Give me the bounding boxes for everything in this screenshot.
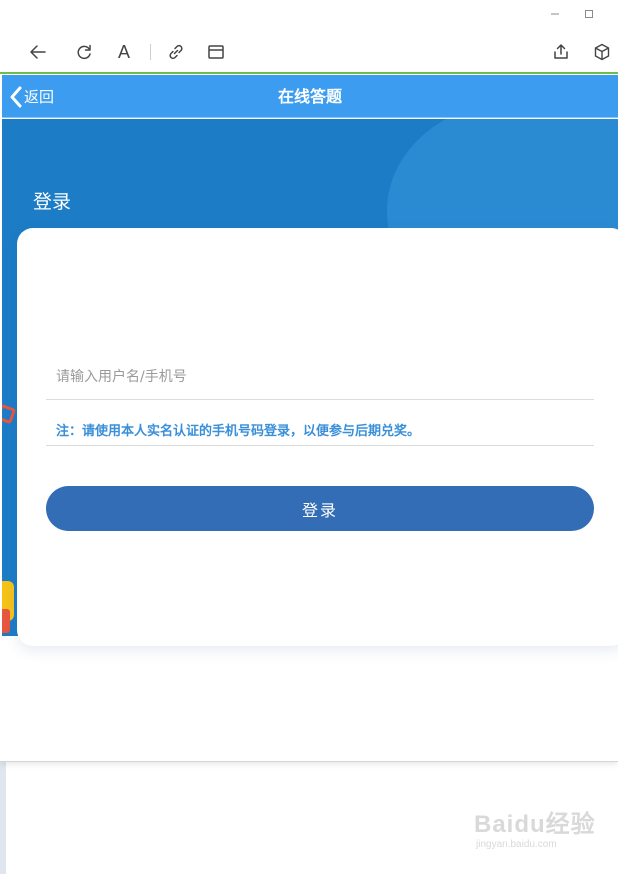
login-card: 注：请使用本人实名认证的手机号码登录，以便参与后期兑奖。 登录 (17, 228, 618, 646)
watermark-logo: Baidu经验 (474, 811, 596, 838)
share-icon[interactable] (549, 40, 573, 64)
browser-window: A 返回 在线答题 登录 注： (0, 0, 618, 762)
username-input[interactable] (46, 354, 594, 399)
background-window-edge (0, 762, 6, 874)
cube-icon[interactable] (590, 40, 614, 64)
toolbar-accent-line (0, 72, 618, 74)
decoration-orange-shape (2, 609, 10, 633)
font-icon[interactable]: A (112, 40, 136, 64)
login-button[interactable]: 登录 (46, 486, 594, 531)
toolbar-divider (150, 44, 151, 60)
minimize-icon[interactable] (545, 4, 565, 24)
back-label: 返回 (24, 88, 55, 106)
link-icon[interactable] (164, 40, 188, 64)
maximize-icon[interactable] (579, 4, 599, 24)
watermark: Baidu经验 jingyan.baidu.com (474, 812, 614, 862)
watermark-url: jingyan.baidu.com (476, 839, 557, 850)
refresh-icon[interactable] (72, 40, 96, 64)
title-bar (0, 0, 618, 30)
username-field (46, 354, 594, 400)
browser-toolbar: A (0, 30, 618, 72)
window-icon[interactable] (204, 40, 228, 64)
app-header: 返回 在线答题 (2, 75, 618, 118)
page-title: 在线答题 (277, 87, 342, 106)
chevron-left-icon (10, 86, 22, 108)
login-note: 注：请使用本人实名认证的手机号码登录，以便参与后期兑奖。 (46, 418, 594, 446)
back-arrow-icon[interactable] (26, 40, 50, 64)
back-button[interactable]: 返回 (10, 75, 54, 118)
decoration-red-shape (2, 403, 17, 425)
banner-title: 登录 (33, 191, 72, 213)
